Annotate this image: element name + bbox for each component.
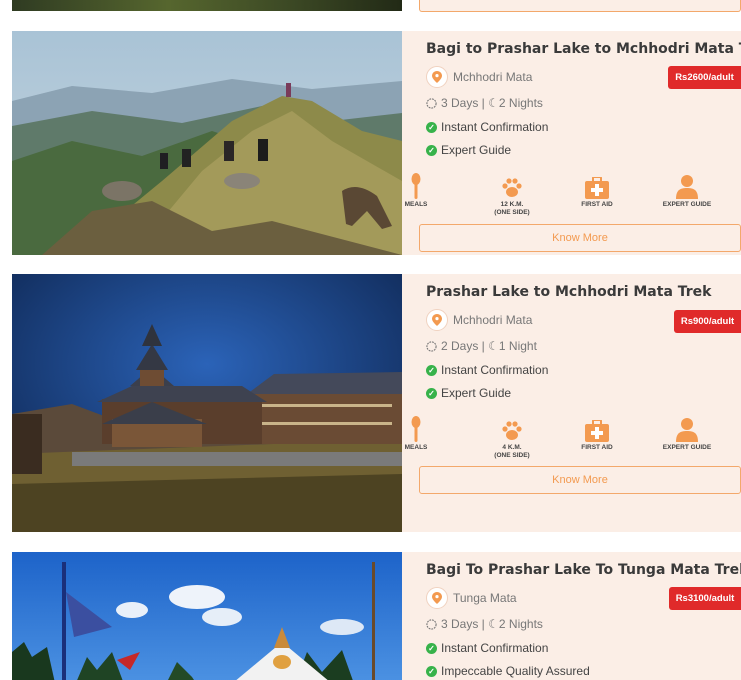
amenity-distance: 4 K.M. (ONE SIDE): [472, 416, 552, 460]
guide-icon: [647, 416, 727, 442]
paw-icon: [472, 173, 552, 199]
check-icon: ✓: [426, 121, 437, 133]
previous-know-more-button[interactable]: [419, 0, 741, 12]
previous-card-remnant: [0, 0, 741, 20]
clock-icon: [426, 618, 437, 630]
first-aid-icon: [557, 416, 637, 442]
clock-icon: [426, 97, 437, 109]
location-pin-icon: [426, 66, 448, 88]
trek-info: Bagi to Prashar Lake to Mchhodri Mata Tr…: [402, 31, 741, 255]
trek-location: Tunga Mata: [426, 587, 517, 609]
trek-duration: 3 Days | ☾2 Nights: [426, 96, 543, 110]
check-icon: ✓: [426, 642, 437, 654]
feature-text: Instant Confirmation: [441, 641, 549, 655]
check-icon: ✓: [426, 364, 437, 376]
meals-icon: [376, 416, 456, 442]
location-text: Mchhodri Mata: [453, 70, 533, 84]
amenity-label: 12 K.M. (ONE SIDE): [494, 201, 530, 216]
feature-item: ✓ Instant Confirmation: [426, 363, 548, 377]
trek-photo[interactable]: [12, 274, 402, 532]
check-icon: ✓: [426, 144, 437, 156]
location-pin-icon: [426, 309, 448, 331]
trek-location: Mchhodri Mata: [426, 66, 532, 88]
location-pin-icon: [426, 587, 448, 609]
feature-text: Instant Confirmation: [441, 363, 549, 377]
paw-icon: [472, 416, 552, 442]
amenity-first-aid: FIRST AID: [557, 173, 637, 209]
duration-text: 3 Days | ☾2 Nights: [441, 617, 543, 631]
price-badge: Rs900/adult: [674, 310, 741, 333]
trek-location: Mchhodri Mata: [426, 309, 532, 331]
amenity-label: EXPERT GUIDE: [662, 201, 712, 208]
location-text: Tunga Mata: [453, 591, 517, 605]
location-text: Mchhodri Mata: [453, 313, 533, 327]
amenity-label: MEALS: [404, 201, 428, 208]
amenity-meals: MEALS: [376, 416, 456, 452]
trek-duration: 2 Days | ☾1 Night: [426, 339, 537, 353]
trek-title[interactable]: Prashar Lake to Mchhodri Mata Trek: [426, 284, 712, 300]
clock-icon: [426, 340, 437, 352]
amenity-label: FIRST AID: [581, 201, 613, 208]
trek-title[interactable]: Bagi To Prashar Lake To Tunga Mata Trek: [426, 562, 741, 578]
trek-title[interactable]: Bagi to Prashar Lake to Mchhodri Mata Tr…: [426, 41, 741, 57]
trek-card: Bagi To Prashar Lake To Tunga Mata Trek …: [12, 552, 741, 680]
feature-text: Impeccable Quality Assured: [441, 664, 590, 678]
amenity-label: MEALS: [404, 444, 428, 451]
amenities-row: MEALS 12 K.M. (ONE SIDE) FIRST AID EXPERT…: [402, 173, 741, 223]
feature-text: Expert Guide: [441, 386, 512, 400]
duration-text: 2 Days | ☾1 Night: [441, 339, 537, 353]
meals-icon: [376, 173, 456, 199]
feature-item: ✓ Expert Guide: [426, 143, 511, 157]
price-badge: Rs3100/adult: [669, 587, 741, 610]
price-badge: Rs2600/adult: [668, 66, 741, 89]
amenity-label: FIRST AID: [581, 444, 613, 451]
trek-duration: 3 Days | ☾2 Nights: [426, 617, 543, 631]
amenity-first-aid: FIRST AID: [557, 416, 637, 452]
check-icon: ✓: [426, 387, 437, 399]
trek-card: Prashar Lake to Mchhodri Mata Trek Mchho…: [12, 274, 741, 532]
amenity-guide: EXPERT GUIDE: [647, 173, 727, 209]
first-aid-icon: [557, 173, 637, 199]
amenity-label: EXPERT GUIDE: [662, 444, 712, 451]
trek-card: Bagi to Prashar Lake to Mchhodri Mata Tr…: [12, 31, 741, 255]
amenities-row: MEALS 4 K.M. (ONE SIDE) FIRST AID EXPERT …: [402, 416, 741, 466]
feature-text: Expert Guide: [441, 143, 512, 157]
feature-item: ✓ Expert Guide: [426, 386, 511, 400]
know-more-button[interactable]: Know More: [419, 466, 741, 494]
check-icon: ✓: [426, 665, 437, 677]
feature-text: Instant Confirmation: [441, 120, 549, 134]
amenity-label: 4 K.M. (ONE SIDE): [494, 444, 530, 459]
feature-item: ✓ Impeccable Quality Assured: [426, 664, 590, 678]
trek-info: Prashar Lake to Mchhodri Mata Trek Mchho…: [402, 274, 741, 532]
trek-info: Bagi To Prashar Lake To Tunga Mata Trek …: [402, 552, 741, 680]
feature-item: ✓ Instant Confirmation: [426, 641, 548, 655]
amenity-meals: MEALS: [376, 173, 456, 209]
amenity-distance: 12 K.M. (ONE SIDE): [472, 173, 552, 217]
duration-text: 3 Days | ☾2 Nights: [441, 96, 543, 110]
feature-item: ✓ Instant Confirmation: [426, 120, 548, 134]
know-more-button[interactable]: Know More: [419, 224, 741, 252]
amenity-guide: EXPERT GUIDE: [647, 416, 727, 452]
trek-photo[interactable]: [12, 552, 402, 680]
guide-icon: [647, 173, 727, 199]
previous-card-photo: [12, 0, 402, 11]
trek-photo[interactable]: [12, 31, 402, 255]
